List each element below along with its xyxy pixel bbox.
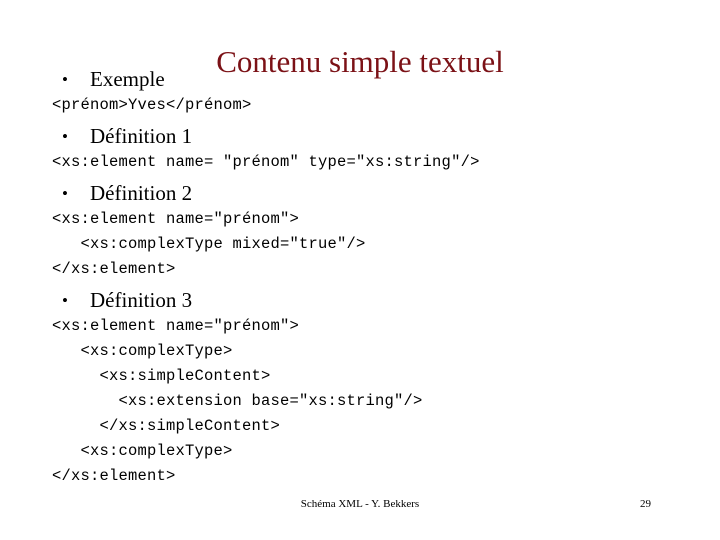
bullet-icon: • <box>62 184 68 203</box>
code-line: <xs:element name="prénom"> <box>52 317 300 335</box>
slide-body: • Exemple <prénom>Yves</prénom> • Défini… <box>0 66 720 489</box>
page-number: 29 <box>640 498 651 510</box>
code-line: <xs:element name= "prénom" type="xs:stri… <box>52 153 480 171</box>
code-line: <prénom>Yves</prénom> <box>52 96 252 114</box>
code-line: </xs:element> <box>52 260 176 278</box>
bullet-icon: • <box>62 291 68 310</box>
bullet-item-definition-2: • Définition 2 <box>0 180 720 207</box>
code-line: </xs:element> <box>52 467 176 485</box>
code-line: <xs:element name="prénom"> <box>52 210 300 228</box>
bullet-label: Définition 3 <box>90 288 193 312</box>
bullet-item-definition-3: • Définition 3 <box>0 287 720 314</box>
code-line: <xs:complexType> <box>52 442 233 460</box>
content-block-definition-1: • Définition 1 <xs:element name= "prénom… <box>0 123 720 175</box>
bullet-item-exemple: • Exemple <box>0 66 720 93</box>
code-line: </xs:simpleContent> <box>52 417 281 435</box>
bullet-icon: • <box>62 70 68 89</box>
code-line: <xs:extension base="xs:string"/> <box>52 392 423 410</box>
content-block-definition-3: • Définition 3 <xs:element name="prénom"… <box>0 287 720 489</box>
content-block-definition-2: • Définition 2 <xs:element name="prénom"… <box>0 180 720 282</box>
code-line: <xs:simpleContent> <box>52 367 271 385</box>
bullet-icon: • <box>62 127 68 146</box>
bullet-label: Définition 2 <box>90 181 193 205</box>
code-line: <xs:complexType mixed="true"/> <box>52 235 366 253</box>
bullet-label: Exemple <box>90 67 165 91</box>
code-line: <xs:complexType> <box>52 342 233 360</box>
bullet-label: Définition 1 <box>90 124 193 148</box>
footer-text: Schéma XML - Y. Bekkers <box>300 498 420 510</box>
content-block-exemple: • Exemple <prénom>Yves</prénom> <box>0 66 720 118</box>
bullet-item-definition-1: • Définition 1 <box>0 123 720 150</box>
slide: Contenu simple textuel • Exemple <prénom… <box>0 0 720 540</box>
